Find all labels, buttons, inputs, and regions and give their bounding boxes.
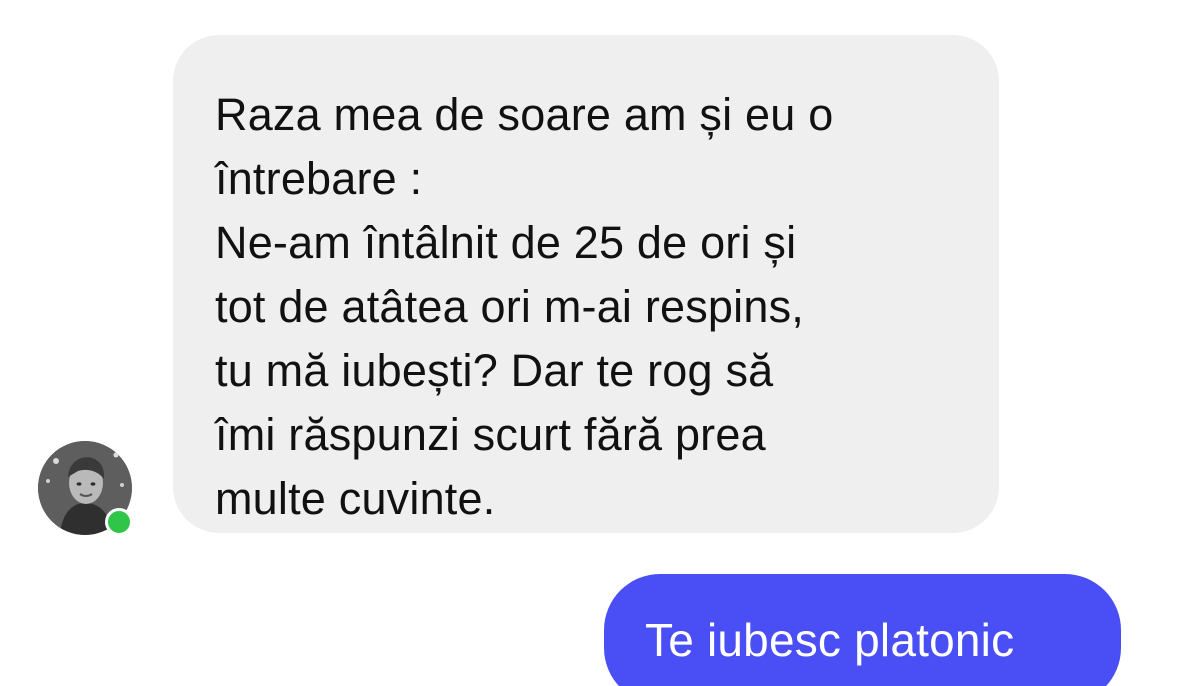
outgoing-message-text: Te iubesc platonic bbox=[645, 614, 1015, 666]
online-status-icon bbox=[105, 508, 133, 536]
outgoing-message-bubble[interactable]: Te iubesc platonic bbox=[604, 574, 1121, 686]
chat-thread: Raza mea de soare am și eu o întrebare :… bbox=[0, 0, 1200, 686]
incoming-message-bubble[interactable]: Raza mea de soare am și eu o întrebare :… bbox=[173, 35, 999, 533]
sender-avatar[interactable] bbox=[38, 441, 134, 537]
incoming-message-text: Raza mea de soare am și eu o întrebare :… bbox=[215, 89, 834, 524]
